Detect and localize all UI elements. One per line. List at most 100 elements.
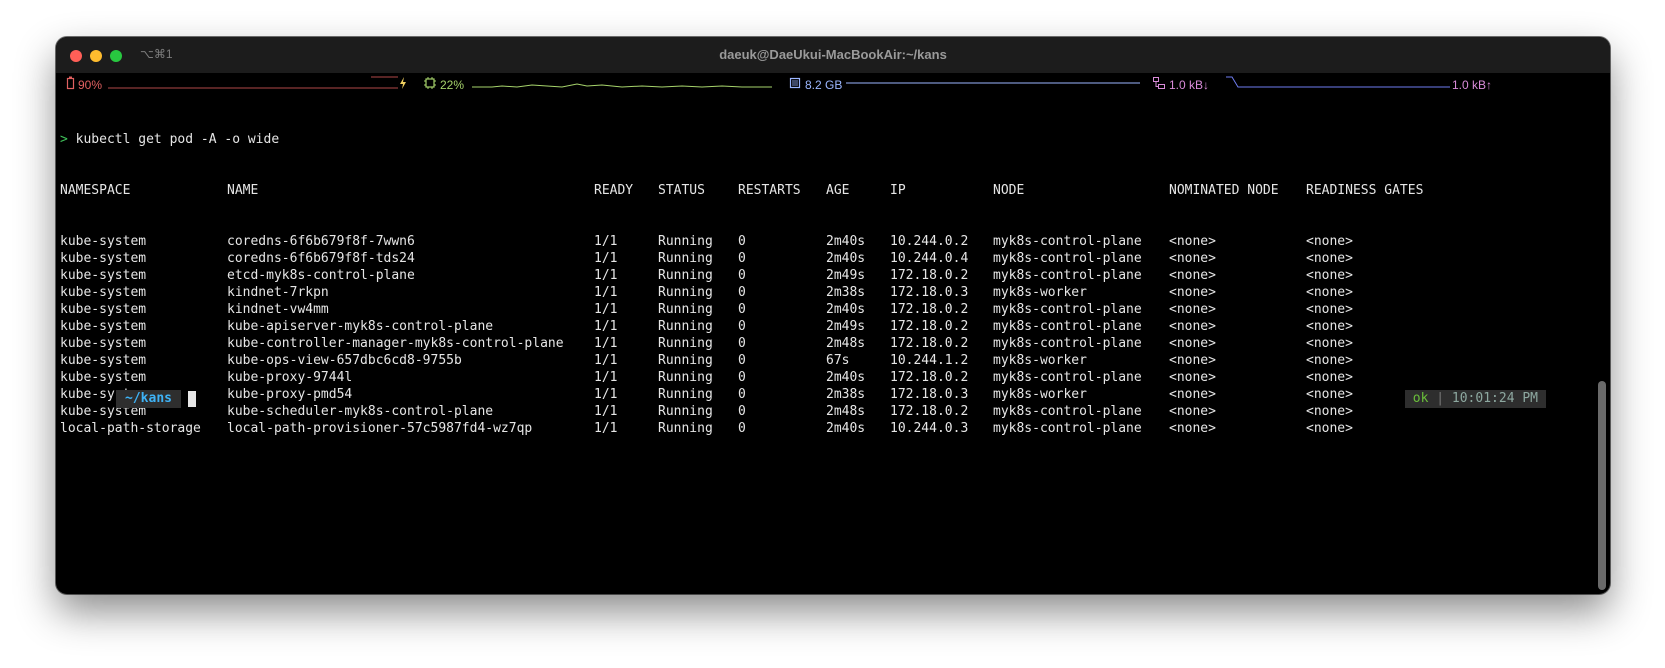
cell-restarts: 0 <box>738 285 746 300</box>
cell-ready: 1/1 <box>594 421 618 436</box>
cell-node: myk8s-control-plane <box>993 404 1142 419</box>
cell-age: 67s <box>826 353 850 368</box>
cell-nominated-node: <none> <box>1169 421 1216 436</box>
cell-age: 2m40s <box>826 251 866 266</box>
cell-nominated-node: <none> <box>1169 234 1216 249</box>
cpu-icon <box>424 77 436 89</box>
text-cursor[interactable] <box>188 391 196 407</box>
cell-name: kube-proxy-pmd54 <box>227 387 353 402</box>
cell-node: myk8s-worker <box>993 353 1087 368</box>
header-namespace: NAMESPACE <box>60 183 131 198</box>
cell-ip: 172.18.0.2 <box>890 370 969 385</box>
cpu-sparkline <box>472 83 772 88</box>
cell-node: myk8s-worker <box>993 387 1087 402</box>
cell-status: Running <box>658 370 713 385</box>
cell-restarts: 0 <box>738 302 746 317</box>
cell-age: 2m49s <box>826 319 866 334</box>
cell-node: myk8s-control-plane <box>993 251 1142 266</box>
charging-icon <box>400 77 406 89</box>
table-row: kube-system kube-proxy-pmd54 1/1 Running 0 2m… <box>60 386 1590 403</box>
cell-ip: 10.244.1.2 <box>890 353 969 368</box>
cell-restarts: 0 <box>738 421 746 436</box>
header-readiness-gates: READINESS GATES <box>1306 183 1424 198</box>
cell-node: myk8s-worker <box>993 285 1087 300</box>
table-row: kube-system coredns-6f6b679f8f-tds24 1/1 Ru… <box>60 250 1590 267</box>
cell-ip: 10.244.0.4 <box>890 251 969 266</box>
cell-name: local-path-provisioner-57c5987fd4-wz7qp <box>227 421 533 436</box>
cell-name: coredns-6f6b679f8f-7wwn6 <box>227 234 415 249</box>
cell-node: myk8s-control-plane <box>993 319 1142 334</box>
network-upload: 1.0 kB↑ <box>1452 78 1493 92</box>
table-row: kube-system coredns-6f6b679f8f-7wwn6 1/1 Ru… <box>60 233 1590 250</box>
scrollbar[interactable] <box>1598 97 1606 590</box>
cell-name: kube-proxy-9744l <box>227 370 353 385</box>
table-row: kube-system kube-proxy-9744l 1/1 Running 0 2m… <box>60 369 1590 386</box>
cell-ready: 1/1 <box>594 370 618 385</box>
cell-namespace: kube-system <box>60 319 147 334</box>
cell-ready: 1/1 <box>594 251 618 266</box>
cell-age: 2m40s <box>826 234 866 249</box>
window-title: daeuk@DaeUkui-MacBookAir:~/kans <box>719 47 947 62</box>
header-ready: READY <box>594 183 634 198</box>
cell-name: kube-ops-view-657dbc6cd8-9755b <box>227 353 462 368</box>
cell-namespace: kube-system <box>60 285 147 300</box>
cell-readiness-gates: <none> <box>1306 421 1353 436</box>
cwd-prompt: ~/kans <box>116 390 181 408</box>
header-node: NODE <box>993 183 1025 198</box>
cell-nominated-node: <none> <box>1169 268 1216 283</box>
cpu-percent: 22% <box>440 78 465 92</box>
cell-node: myk8s-control-plane <box>993 370 1142 385</box>
cell-status: Running <box>658 251 713 266</box>
cell-name: kindnet-vw4mm <box>227 302 329 317</box>
cell-age: 2m48s <box>826 404 866 419</box>
cell-ready: 1/1 <box>594 302 618 317</box>
table-row: kube-system kindnet-7rkpn 1/1 Running 0 2m38s… <box>60 284 1590 301</box>
cell-ready: 1/1 <box>594 336 618 351</box>
cell-namespace: kube-system <box>60 251 147 266</box>
network-download: 1.0 kB↓ <box>1169 78 1210 92</box>
terminal-window: ⌥⌘1 daeuk@DaeUkui-MacBookAir:~/kans 90% … <box>56 37 1610 594</box>
memory-usage: 8.2 GB <box>805 78 843 92</box>
cell-ready: 1/1 <box>594 404 618 419</box>
table-row: kube-system kube-controller-manager-myk8s… <box>60 335 1590 352</box>
cell-name: kube-scheduler-myk8s-control-plane <box>227 404 494 419</box>
memory-sparkline <box>846 82 1140 84</box>
cell-name: etcd-myk8s-control-plane <box>227 268 415 283</box>
cell-ip: 172.18.0.2 <box>890 302 969 317</box>
cell-node: myk8s-control-plane <box>993 336 1142 351</box>
header-nominated-node: NOMINATED NODE <box>1169 183 1279 198</box>
cell-age: 2m40s <box>826 370 866 385</box>
cell-nominated-node: <none> <box>1169 353 1216 368</box>
cell-restarts: 0 <box>738 404 746 419</box>
battery-icon <box>66 76 75 90</box>
cell-status: Running <box>658 421 713 436</box>
cell-restarts: 0 <box>738 336 746 351</box>
cell-status: Running <box>658 268 713 283</box>
cell-namespace: kube-system <box>60 353 147 368</box>
cell-nominated-node: <none> <box>1169 251 1216 266</box>
cell-readiness-gates: <none> <box>1306 336 1353 351</box>
cell-status: Running <box>658 302 713 317</box>
cell-readiness-gates: <none> <box>1306 251 1353 266</box>
table-row: kube-system kube-scheduler-myk8s-control-… <box>60 403 1590 420</box>
cell-status: Running <box>658 285 713 300</box>
cell-namespace: local-path-storage <box>60 421 201 436</box>
cell-node: myk8s-control-plane <box>993 302 1142 317</box>
cell-age: 2m48s <box>826 336 866 351</box>
cell-readiness-gates: <none> <box>1306 370 1353 385</box>
cell-readiness-gates: <none> <box>1306 302 1353 317</box>
scrollbar-thumb[interactable] <box>1598 381 1606 590</box>
cell-readiness-gates: <none> <box>1306 353 1353 368</box>
cell-restarts: 0 <box>738 268 746 283</box>
cell-namespace: kube-system <box>60 302 147 317</box>
battery-sparkline <box>108 76 398 89</box>
cell-status: Running <box>658 234 713 249</box>
cell-node: myk8s-control-plane <box>993 421 1142 436</box>
battery-percent: 90% <box>78 78 103 92</box>
network-icon <box>1153 77 1165 89</box>
cell-node: myk8s-control-plane <box>993 234 1142 249</box>
cell-nominated-node: <none> <box>1169 319 1216 334</box>
memory-icon <box>789 77 801 89</box>
cell-ready: 1/1 <box>594 268 618 283</box>
table-row: kube-system kube-apiserver-myk8s-control-… <box>60 318 1590 335</box>
